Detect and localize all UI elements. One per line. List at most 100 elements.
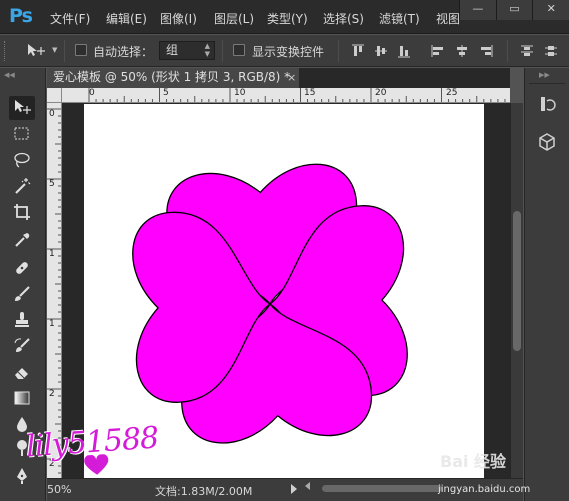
ruler-label: 0 xyxy=(89,88,95,98)
ruler-label: 20 xyxy=(375,88,387,98)
dock-collapse-icon[interactable]: ▶▶ xyxy=(539,71,550,79)
gradient-tool[interactable] xyxy=(9,386,35,410)
horizontal-scrollbar-thumb[interactable] xyxy=(322,485,442,492)
menu-bar: Ps 文件(F) 编辑(E) 图像(I) 图层(L) 类型(Y) 选择(S) 滤… xyxy=(0,0,569,34)
separator xyxy=(64,40,65,62)
menu-filter[interactable]: 滤镜(T) xyxy=(379,10,420,27)
chevron-down-icon[interactable]: ▼ xyxy=(52,46,57,54)
lasso-tool[interactable] xyxy=(9,148,35,172)
align-top-icon[interactable] xyxy=(351,44,365,58)
ruler-label: 10 xyxy=(234,88,246,98)
history-panel-button[interactable] xyxy=(535,93,559,115)
minimize-button[interactable]: — xyxy=(459,0,496,20)
eraser-tool[interactable] xyxy=(9,360,35,384)
align-right-icon[interactable] xyxy=(479,44,493,58)
move-tool-preset-icon[interactable] xyxy=(26,43,48,59)
document-tab[interactable]: 爱心模板 @ 50% (形状 1 拷贝 3, RGB/8) * × xyxy=(47,68,299,88)
magic-wand-tool[interactable] xyxy=(9,174,35,198)
ruler-label: 2 xyxy=(49,389,55,399)
brush-tool[interactable] xyxy=(9,282,35,306)
options-bar: ▼ 自动选择： 组 ▲ ▼ 显示变换控件 xyxy=(0,35,569,67)
auto-select-value: 组 xyxy=(166,43,179,57)
vertical-scrollbar[interactable] xyxy=(510,103,523,478)
clone-stamp-tool[interactable] xyxy=(9,308,35,332)
close-icon[interactable]: × xyxy=(287,68,296,87)
3d-panel-button[interactable] xyxy=(535,131,559,153)
separator xyxy=(507,40,508,62)
right-panel-dock: ▶▶ xyxy=(524,68,569,501)
document-tab-title: 爱心模板 @ 50% (形状 1 拷贝 3, RGB/8) * xyxy=(53,70,291,84)
photoshop-logo: Ps xyxy=(9,5,33,27)
close-window-button[interactable]: ✕ xyxy=(532,0,569,20)
document-size-info: 文档:1.83M/2.00M xyxy=(155,485,253,498)
marquee-tool[interactable] xyxy=(9,122,35,146)
crop-icon xyxy=(14,204,30,220)
ruler-label: 15 xyxy=(304,88,316,98)
menu-image[interactable]: 图像(I) xyxy=(160,10,197,27)
align-vertical-center-icon[interactable] xyxy=(374,44,388,58)
lasso-icon xyxy=(14,152,30,168)
menu-layer[interactable]: 图层(L) xyxy=(214,10,254,27)
ruler-label: 0 xyxy=(49,109,55,119)
ruler-label: 25 xyxy=(446,88,458,98)
move-tool[interactable] xyxy=(9,96,35,120)
show-transform-label: 显示变换控件 xyxy=(252,45,325,59)
distribute-center-icon[interactable] xyxy=(544,44,558,58)
menu-file[interactable]: 文件(F) xyxy=(50,10,90,27)
ruler-label: 5 xyxy=(163,88,169,98)
menu-view[interactable]: 视图 xyxy=(436,10,460,27)
history-panel-icon xyxy=(541,97,556,111)
pen-tool[interactable] xyxy=(9,464,35,488)
eraser-icon xyxy=(15,368,28,379)
stamp-icon xyxy=(15,312,29,327)
menu-select[interactable]: 选择(S) xyxy=(323,10,364,27)
auto-select-checkbox[interactable] xyxy=(75,44,87,56)
zoom-level-field[interactable]: 50% xyxy=(47,483,71,496)
status-menu-arrow-icon[interactable] xyxy=(291,484,297,494)
dropdown-arrows-icon: ▲ ▼ xyxy=(204,42,210,58)
options-grip xyxy=(4,41,7,61)
history-brush-icon xyxy=(14,338,30,352)
maximize-button[interactable]: ▭ xyxy=(495,0,533,20)
rectangle-marquee-icon xyxy=(14,127,29,140)
magic-wand-icon xyxy=(15,178,31,194)
separator xyxy=(222,40,223,62)
document-tab-strip: 爱心模板 @ 50% (形状 1 拷贝 3, RGB/8) * × xyxy=(47,68,510,88)
heart-doodle-icon xyxy=(84,453,109,475)
ruler-origin[interactable] xyxy=(47,88,62,103)
ruler-label: 1 xyxy=(49,319,55,329)
menu-edit[interactable]: 编辑(E) xyxy=(106,10,147,27)
align-left-icon[interactable] xyxy=(431,44,445,58)
auto-select-label: 自动选择： xyxy=(93,45,154,59)
ruler-ticks xyxy=(47,108,61,474)
ruler-label: 1 xyxy=(49,249,55,259)
ruler-ticks xyxy=(88,88,506,102)
toolbar-collapse-icon[interactable]: ◀◀ xyxy=(4,72,42,79)
baidu-watermark: Bai 经验 xyxy=(440,452,507,471)
scroll-left-arrow-icon[interactable] xyxy=(305,482,310,490)
align-horizontal-center-icon[interactable] xyxy=(455,44,469,58)
cube-icon xyxy=(539,133,555,151)
distribute-top-icon[interactable] xyxy=(520,44,534,58)
menu-type[interactable]: 类型(Y) xyxy=(267,10,308,27)
eyedropper-tool[interactable] xyxy=(9,228,35,252)
vertical-scrollbar-thumb[interactable] xyxy=(513,211,521,351)
horizontal-ruler[interactable]: 0 5 10 15 20 25 xyxy=(62,88,510,103)
history-brush-tool[interactable] xyxy=(9,334,35,358)
ruler-label: 5 xyxy=(49,179,55,189)
align-bottom-icon[interactable] xyxy=(397,44,411,58)
separator xyxy=(529,83,565,84)
window-controls: — ▭ ✕ xyxy=(459,0,569,20)
healing-brush-tool[interactable] xyxy=(9,256,35,280)
show-transform-checkbox[interactable] xyxy=(233,44,245,56)
gradient-icon xyxy=(14,391,30,405)
auto-select-dropdown[interactable]: 组 ▲ ▼ xyxy=(159,41,215,60)
crop-tool[interactable] xyxy=(9,200,35,224)
brush-icon xyxy=(15,286,30,301)
separator xyxy=(338,40,339,62)
baidu-url-watermark: jingyan.baidu.com xyxy=(438,484,531,495)
move-icon xyxy=(15,100,31,114)
vertical-ruler[interactable]: 0 5 1 1 2 2 xyxy=(47,103,62,478)
bandage-icon xyxy=(16,262,28,274)
pen-icon xyxy=(17,468,27,484)
